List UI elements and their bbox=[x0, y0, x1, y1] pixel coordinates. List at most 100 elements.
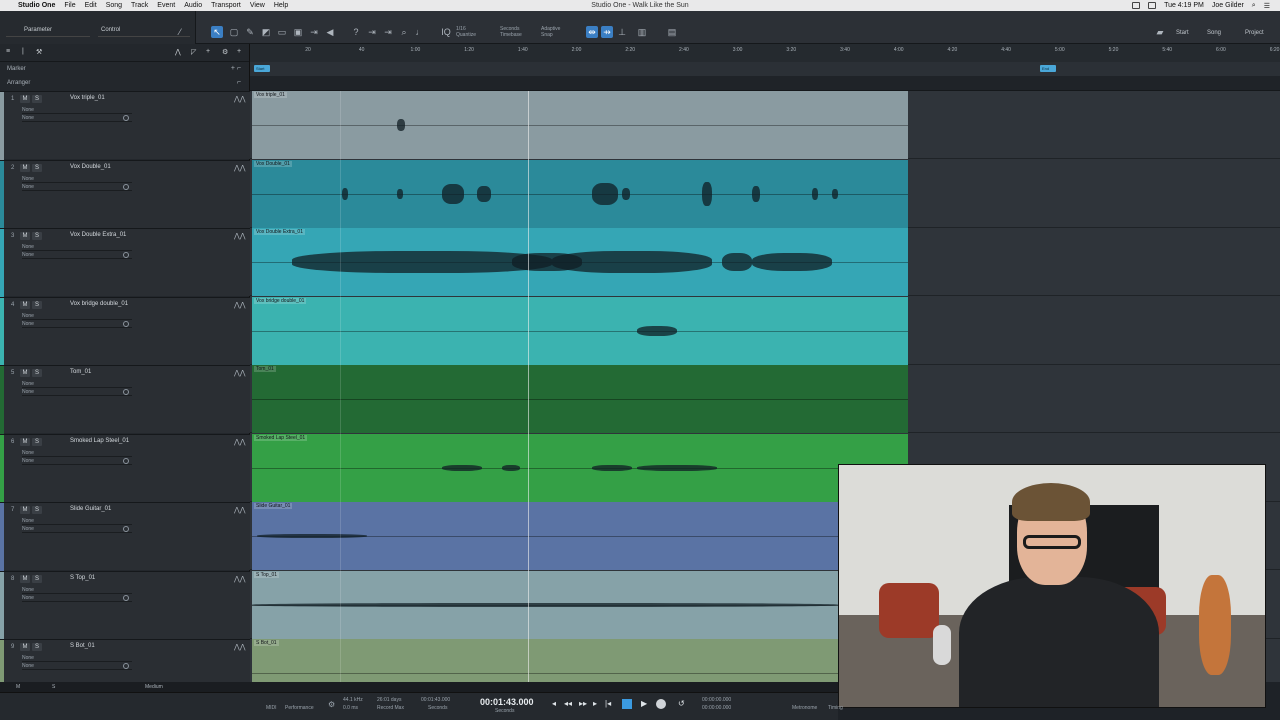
track-knob[interactable] bbox=[123, 183, 129, 190]
track-header[interactable]: 4 M S Vox bridge double_01 ⋀⋀ None None bbox=[0, 296, 250, 366]
track-knob[interactable] bbox=[123, 457, 129, 464]
loop-start-icon[interactable]: ◂ bbox=[552, 699, 556, 708]
wifi-icon[interactable] bbox=[1148, 2, 1157, 9]
track-output[interactable]: None bbox=[22, 662, 132, 670]
goto-end-icon[interactable]: ▸ bbox=[593, 699, 597, 708]
audio-clip[interactable]: Vox bridge double_01 bbox=[252, 296, 908, 365]
rewind-icon[interactable]: ◂◂ bbox=[564, 699, 572, 708]
loop-end-time[interactable]: 00:00:00.000 bbox=[702, 705, 731, 711]
quantize-control[interactable]: 1/16 Quantize bbox=[456, 26, 476, 38]
audio-clip[interactable]: Smoked Lap Steel_01 bbox=[252, 433, 908, 502]
status-s[interactable]: S bbox=[52, 684, 55, 690]
track-input[interactable]: None bbox=[22, 517, 132, 525]
audio-clip[interactable]: S Top_01 bbox=[252, 570, 908, 639]
paint-tool-icon[interactable]: ▭ bbox=[276, 26, 288, 38]
track-output[interactable]: None bbox=[22, 594, 132, 602]
waveform-icon[interactable]: ⋀⋀ bbox=[234, 301, 245, 309]
skip-next-icon[interactable]: ⇥ bbox=[366, 26, 378, 38]
waveform-icon[interactable]: ⋀⋀ bbox=[234, 232, 245, 240]
mute-button[interactable]: M bbox=[20, 95, 30, 103]
menu-audio[interactable]: Audio bbox=[184, 2, 202, 9]
scissors-icon[interactable]: ⁄ bbox=[174, 26, 186, 38]
track-knob[interactable] bbox=[123, 320, 129, 327]
add-track-icon[interactable]: + bbox=[206, 48, 210, 55]
track-name[interactable]: Tom_01 bbox=[70, 369, 91, 375]
autoscroll-icon[interactable]: ⊥ bbox=[616, 26, 628, 38]
main-time-display[interactable]: 00:01:43.000 bbox=[480, 697, 534, 707]
track-input[interactable]: None bbox=[22, 654, 132, 662]
solo-button[interactable]: S bbox=[32, 163, 42, 172]
track-input[interactable]: None bbox=[22, 380, 132, 388]
solo-button[interactable]: S bbox=[32, 95, 42, 103]
marker-row[interactable]: Marker + ⌐ bbox=[0, 62, 249, 76]
skip-end-icon[interactable]: ⇥ bbox=[382, 26, 394, 38]
track-header[interactable]: 5 M S Tom_01 ⋀⋀ None None bbox=[0, 365, 250, 434]
track-knob[interactable] bbox=[123, 252, 129, 258]
solo-button[interactable]: S bbox=[32, 574, 42, 583]
audio-clip[interactable]: S Bot_01 bbox=[252, 639, 908, 682]
solo-button[interactable]: S bbox=[32, 437, 42, 446]
track-input[interactable]: None bbox=[22, 175, 132, 183]
track-header[interactable]: 8MS S Top_01 ⋀⋀ None None bbox=[0, 570, 250, 640]
menu-edit[interactable]: Edit bbox=[85, 2, 97, 9]
track-input[interactable]: None bbox=[22, 449, 132, 457]
mute-button[interactable]: M bbox=[20, 232, 30, 240]
menu-event[interactable]: Event bbox=[157, 2, 175, 9]
arrow-tool-icon[interactable]: ↖ bbox=[211, 26, 223, 38]
folder-icon[interactable]: ◸ bbox=[191, 48, 196, 56]
audio-clip[interactable]: Slide Guitar_01 bbox=[252, 502, 908, 570]
audio-clip[interactable]: Tom_01 bbox=[252, 365, 908, 433]
pin-icon[interactable]: ▰ bbox=[1154, 26, 1166, 38]
record-button[interactable] bbox=[656, 699, 666, 709]
goto-start-icon[interactable]: |◂ bbox=[605, 699, 611, 708]
track-input[interactable]: None bbox=[22, 106, 132, 114]
view-options-icon[interactable]: ▥ bbox=[636, 26, 648, 38]
track-name[interactable]: Vox Double_01 bbox=[70, 164, 111, 170]
solo-button[interactable]: S bbox=[32, 232, 42, 240]
track-output[interactable]: None bbox=[22, 320, 132, 328]
help-icon[interactable]: ? bbox=[350, 26, 362, 38]
wrench-icon[interactable]: ⚒ bbox=[36, 48, 42, 56]
playhead[interactable] bbox=[528, 91, 529, 682]
menu-help[interactable]: Help bbox=[274, 2, 288, 9]
arranger-row[interactable]: Arranger ⌐ bbox=[0, 76, 249, 90]
snap-control[interactable]: Adaptive Snap bbox=[541, 26, 560, 38]
track-knob[interactable] bbox=[123, 115, 129, 121]
mute-button[interactable]: M bbox=[20, 506, 30, 514]
track-knob[interactable] bbox=[123, 594, 129, 601]
automation-icon[interactable]: ⋀ bbox=[175, 48, 181, 56]
mute-button[interactable]: M bbox=[20, 437, 30, 446]
track-output[interactable]: None bbox=[22, 183, 132, 191]
performance-icon[interactable]: ⚙ bbox=[328, 700, 335, 709]
search-icon[interactable]: ⌕ bbox=[398, 26, 410, 38]
project-button[interactable]: Project bbox=[1245, 30, 1264, 36]
settings-icon[interactable]: ⚙ bbox=[222, 48, 228, 56]
mute-button[interactable]: M bbox=[20, 574, 30, 583]
menu-view[interactable]: View bbox=[250, 2, 265, 9]
solo-button[interactable]: S bbox=[32, 369, 42, 377]
quantize-icon[interactable]: IQ bbox=[440, 26, 452, 38]
listen-tool-icon[interactable]: ◀ bbox=[324, 26, 336, 38]
solo-button[interactable]: S bbox=[32, 300, 42, 309]
end-marker[interactable]: End bbox=[1040, 65, 1056, 72]
metronome-icon[interactable]: ♩ bbox=[414, 26, 426, 38]
plus-icon[interactable]: + bbox=[237, 48, 241, 55]
solo-button[interactable]: S bbox=[32, 643, 42, 651]
solo-button[interactable]: S bbox=[32, 506, 42, 514]
split-tool-icon[interactable]: ✎ bbox=[244, 26, 256, 38]
waveform-icon[interactable]: ⋀⋀ bbox=[234, 438, 245, 446]
track-input[interactable]: None bbox=[22, 586, 132, 594]
waveform-icon[interactable]: ⋀⋀ bbox=[234, 506, 245, 514]
battery-icon[interactable] bbox=[1132, 2, 1141, 9]
start-button[interactable]: Start bbox=[1176, 30, 1189, 36]
track-output[interactable]: None bbox=[22, 525, 132, 533]
song-button[interactable]: Song bbox=[1207, 30, 1221, 36]
track-lane[interactable]: Vox Double_01 bbox=[250, 159, 1280, 228]
track-size[interactable]: Medium bbox=[145, 684, 163, 690]
track-name[interactable]: Smoked Lap Steel_01 bbox=[70, 438, 129, 444]
arranger-add-icon[interactable]: ⌐ bbox=[237, 76, 241, 90]
track-knob[interactable] bbox=[123, 526, 129, 532]
waveform-icon[interactable]: ⋀⋀ bbox=[234, 575, 245, 583]
play-button[interactable]: ▶ bbox=[641, 699, 647, 708]
snap-toggle-icon[interactable]: ⇹ bbox=[586, 26, 598, 38]
